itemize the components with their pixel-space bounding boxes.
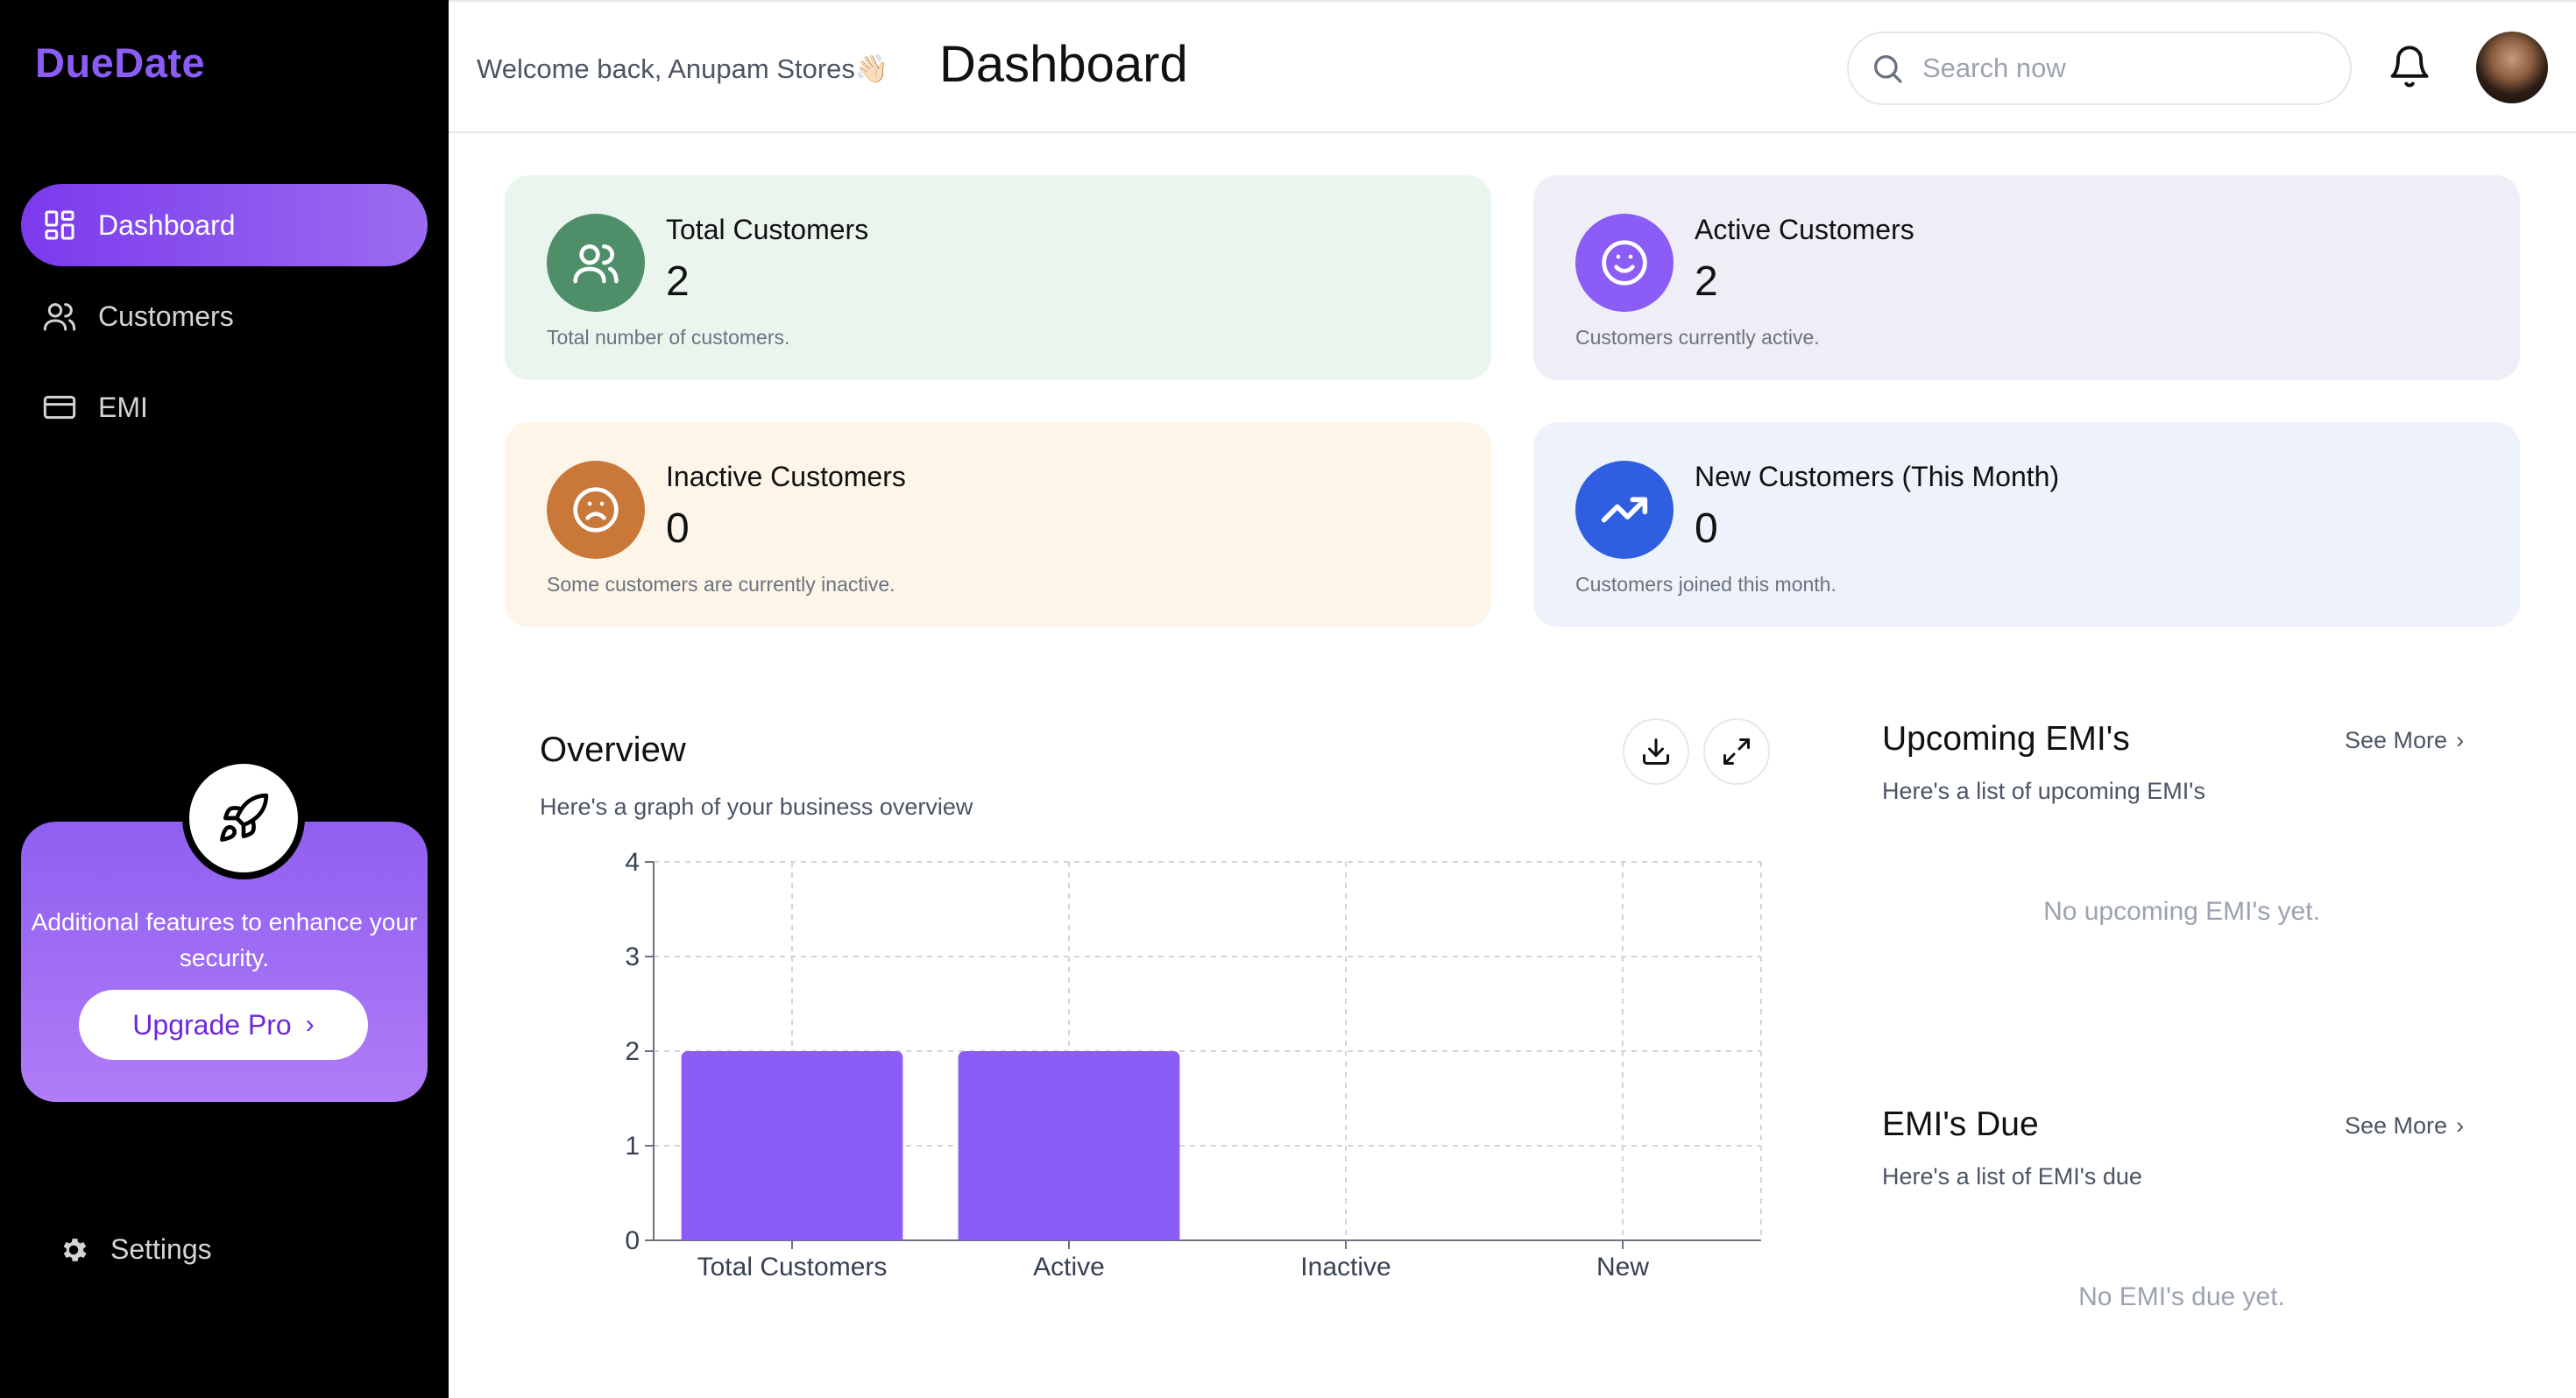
brand-logo[interactable]: DueDate (35, 39, 205, 87)
welcome-message: Welcome back, Anupam Stores👋🏻 (477, 53, 889, 84)
stat-title: New Customers (This Month) (1695, 461, 2060, 492)
gear-icon (63, 1238, 87, 1261)
stat-description: Some customers are currently inactive. (547, 573, 895, 596)
stat-title: Inactive Customers (666, 461, 906, 492)
search-input[interactable] (1922, 53, 2325, 84)
smile-icon (1602, 240, 1647, 286)
see-more-label: See More (2345, 727, 2448, 753)
stat-icon-circle (1575, 461, 1674, 559)
settings-label: Settings (110, 1233, 212, 1265)
overview-title: Overview (540, 731, 686, 769)
chevron-right-icon: › (2456, 727, 2465, 753)
upgrade-pro-label: Upgrade Pro (132, 1008, 292, 1041)
x-tick-label: Inactive (1300, 1253, 1391, 1282)
overview-bar-chart: 0 1 2 3 4 Total Customers Active Inactive New (625, 848, 1762, 1282)
y-tick-label: 1 (625, 1132, 640, 1161)
upgrade-promo-card: Additional features to enhance your secu… (21, 757, 428, 1102)
sidebar-item-label: Dashboard (98, 208, 236, 241)
stat-card-inactive-customers: Inactive Customers 0 Some customers are … (505, 422, 1491, 627)
search-bar[interactable] (1847, 32, 2352, 105)
stat-value: 0 (666, 505, 690, 552)
due-see-more-link[interactable]: See More › (2345, 1112, 2464, 1140)
stat-title: Total Customers (666, 214, 869, 245)
users-icon (43, 303, 76, 331)
sidebar-item-dashboard[interactable]: Dashboard (21, 184, 428, 266)
credit-card-icon (43, 395, 76, 420)
stat-icon-circle (547, 214, 645, 312)
expand-icon (1723, 738, 1750, 765)
stat-card-total-customers: Total Customers 2 Total number of custom… (505, 175, 1491, 380)
upcoming-emi-subtitle: Here's a list of upcoming EMI's (1882, 778, 2205, 804)
chart-bar (681, 1051, 903, 1240)
emi-due-subtitle: Here's a list of EMI's due (1882, 1163, 2142, 1190)
upcoming-see-more-link[interactable]: See More › (2345, 727, 2464, 754)
emi-due-title: EMI's Due (1882, 1105, 2039, 1143)
sidebar-item-label: EMI (98, 391, 148, 423)
stat-description: Customers currently active. (1575, 326, 1820, 349)
overview-subtitle: Here's a graph of your business overview (540, 794, 973, 820)
page-title: Dashboard (939, 36, 1188, 93)
download-button[interactable] (1623, 718, 1689, 785)
y-tick-label: 2 (625, 1037, 640, 1066)
y-tick-label: 0 (625, 1226, 640, 1255)
sidebar-item-label: Customers (98, 300, 234, 332)
stat-card-active-customers: Active Customers 2 Customers currently a… (1533, 175, 2520, 380)
stat-value: 2 (1695, 258, 1718, 305)
sidebar-item-settings[interactable]: Settings (58, 1233, 212, 1266)
top-header: Welcome back, Anupam Stores👋🏻 Dashboard (449, 0, 2576, 133)
stat-icon-circle (547, 461, 645, 559)
stat-value: 0 (1695, 505, 1718, 552)
trending-up-icon (1601, 497, 1648, 523)
stat-description: Customers joined this month. (1575, 573, 1836, 596)
chevron-right-icon: › (305, 1010, 315, 1039)
stat-value: 2 (666, 258, 690, 305)
expand-button[interactable] (1703, 718, 1770, 785)
stat-card-new-customers: New Customers (This Month) 0 Customers j… (1533, 422, 2520, 627)
stat-icon-circle (1575, 214, 1674, 312)
stat-title: Active Customers (1695, 214, 1914, 245)
download-icon (1643, 738, 1669, 765)
see-more-label: See More (2345, 1112, 2448, 1139)
user-avatar[interactable] (2476, 32, 2548, 103)
sidebar-item-emi[interactable]: EMI (21, 366, 428, 448)
users-icon (573, 244, 619, 284)
promo-text: Additional features to enhance your secu… (31, 908, 418, 971)
sidebar: DueDate Dashboard Customers EMI Addition… (0, 0, 449, 1398)
bell-icon[interactable] (2387, 44, 2432, 89)
upcoming-empty-message: No upcoming EMI's yet. (2043, 897, 2320, 926)
upgrade-pro-button[interactable]: Upgrade Pro › (79, 990, 368, 1060)
grid-icon (45, 210, 74, 240)
frown-icon (573, 487, 619, 533)
y-tick-label: 3 (625, 943, 640, 971)
stat-description: Total number of customers. (547, 326, 790, 349)
x-tick-label: New (1596, 1253, 1649, 1282)
y-tick-label: 4 (625, 848, 640, 877)
x-tick-label: Total Customers (697, 1253, 888, 1282)
upcoming-emi-title: Upcoming EMI's (1882, 720, 2130, 758)
search-icon (1874, 55, 1902, 83)
promo-badge (182, 757, 305, 879)
chevron-right-icon: › (2456, 1112, 2465, 1139)
sidebar-item-customers[interactable]: Customers (21, 275, 428, 357)
x-tick-label: Active (1033, 1253, 1105, 1282)
chart-bar (958, 1051, 1180, 1240)
due-empty-message: No EMI's due yet. (2078, 1282, 2285, 1311)
rocket-icon (220, 793, 269, 842)
